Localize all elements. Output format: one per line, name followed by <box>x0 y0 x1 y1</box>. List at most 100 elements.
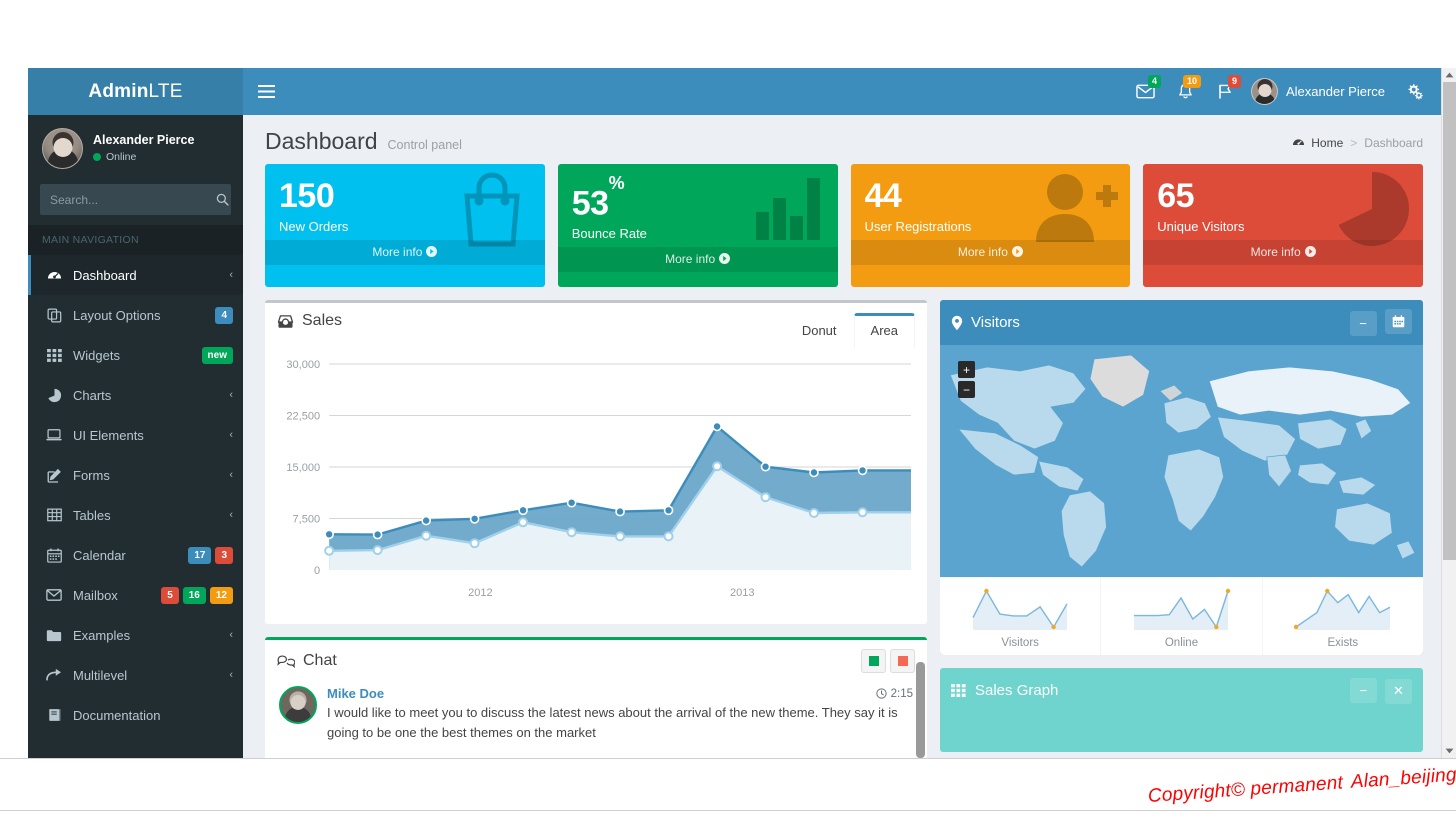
pie-chart-icon <box>45 388 63 403</box>
chat-scrollbar-thumb[interactable] <box>916 662 925 758</box>
sparkline-label: Exists <box>1327 637 1359 649</box>
sidebar-item-label: Calendar <box>73 547 126 563</box>
comments-icon <box>277 654 295 668</box>
chat-author[interactable]: Mike Doe <box>327 686 384 701</box>
chat-message-text: I would like to meet you to discuss the … <box>327 705 898 740</box>
brand-light: LTE <box>148 80 183 102</box>
tasks-menu[interactable]: 9 <box>1205 68 1245 115</box>
sparkline-chart <box>1293 588 1391 630</box>
badge: 12 <box>209 587 233 604</box>
small-box-number: 65 <box>1157 176 1409 216</box>
sidebar-item-tables[interactable]: Tables ‹ <box>28 495 243 535</box>
sidebar-toggle-button[interactable] <box>243 68 289 115</box>
navbar-user-name: Alexander Pierce <box>1286 84 1385 99</box>
sparkline-row: Visitors Online Exists <box>940 577 1423 655</box>
sidebar-item-forms[interactable]: Forms ‹ <box>28 455 243 495</box>
sidebar-item-widgets[interactable]: Widgets new <box>28 335 243 375</box>
sparkline-chart <box>1134 588 1231 630</box>
sidebar-item-ui-elements[interactable]: UI Elements ‹ <box>28 415 243 455</box>
page-scrollbar[interactable] <box>1441 68 1456 758</box>
sparkline-exists: Exists <box>1263 578 1423 655</box>
app-viewport: Admin LTE Alexander Pierce Online Search… <box>28 68 1456 758</box>
scroll-down-button[interactable] <box>1442 744 1456 758</box>
small-box-value: 53 <box>571 184 609 223</box>
badge: 4 <box>215 307 233 324</box>
map-zoom-out-button[interactable]: − <box>958 381 975 398</box>
edit-icon <box>45 468 63 483</box>
small-box-number: 44 <box>865 176 1117 216</box>
sidebar-item-label: Layout Options <box>73 307 161 323</box>
breadcrumb-item-home[interactable]: Home <box>1292 136 1343 150</box>
right-column: Visitors − + − Visitors Online Exists Sa… <box>940 287 1423 758</box>
sales-area-chart[interactable]: 0 7,500 15,000 22,500 30,000 2012 2013 <box>277 350 915 612</box>
search-input[interactable] <box>41 185 214 214</box>
brand-logo[interactable]: Admin LTE <box>28 68 243 115</box>
svg-text:22,500: 22,500 <box>286 411 320 423</box>
scrollbar-thumb[interactable] <box>1443 82 1456 560</box>
badge: 3 <box>215 547 233 564</box>
minimize-button[interactable]: − <box>1349 311 1377 336</box>
sidebar-item-badges: 17 3 <box>184 546 233 564</box>
close-button[interactable]: ✕ <box>1385 678 1412 704</box>
visitors-box-header: Visitors − <box>940 300 1423 345</box>
bottom-divider <box>0 810 1456 811</box>
grid-icon <box>45 348 63 362</box>
gears-icon <box>1408 84 1423 100</box>
chevron-left-icon: ‹ <box>229 469 233 481</box>
small-box-number: 53% <box>571 173 824 223</box>
chat-box: Chat Mike Doe 2:15 I would like to meet … <box>265 637 927 758</box>
minimize-button[interactable]: − <box>1349 678 1377 703</box>
control-sidebar-toggle[interactable] <box>1395 68 1435 115</box>
sidebar-item-layout-options[interactable]: Layout Options 4 <box>28 295 243 335</box>
world-map[interactable]: + − <box>940 345 1423 577</box>
sidebar-item-documentation[interactable]: Documentation <box>28 695 243 735</box>
small-box-more-info-link[interactable]: More info <box>850 240 1131 265</box>
sidebar-item-calendar[interactable]: Calendar 17 3 <box>28 535 243 575</box>
sparkline-chart <box>972 588 1068 630</box>
arrow-circle-right-icon <box>426 245 438 259</box>
small-box-more-info-link[interactable]: More info <box>1143 240 1423 265</box>
sidebar-user-status: Online <box>93 149 194 165</box>
small-box-more-info-link[interactable]: More info <box>557 247 838 273</box>
sidebar-item-label: Examples <box>73 627 131 643</box>
scroll-up-button[interactable] <box>1442 68 1456 82</box>
sidebar-item-charts[interactable]: Charts ‹ <box>28 375 243 415</box>
navbar-user-menu[interactable]: Alexander Pierce <box>1245 68 1395 115</box>
calendar-button[interactable] <box>1385 309 1412 334</box>
small-box-more-info-link[interactable]: More info <box>265 240 545 265</box>
search-button[interactable] <box>214 185 230 214</box>
chevron-left-icon: ‹ <box>229 269 233 281</box>
small-box-more-label: More info <box>1250 245 1301 259</box>
sales-graph-title: Sales Graph <box>951 682 1058 699</box>
sidebar-item-multilevel[interactable]: Multilevel ‹ <box>28 655 243 695</box>
clock-icon <box>875 688 887 699</box>
sparkline-label: Visitors <box>1001 637 1039 649</box>
calendar-icon <box>45 548 63 563</box>
small-box-value: 65 <box>1157 177 1195 215</box>
chevron-down-icon <box>1445 748 1454 754</box>
visitors-box: Visitors − + − Visitors Online Exists <box>940 300 1423 655</box>
chat-status-busy-button[interactable] <box>890 649 915 673</box>
small-box-user-registrations: 44 User Registrations More info <box>850 164 1131 287</box>
copy-icon <box>45 308 63 323</box>
sidebar-item-examples[interactable]: Examples ‹ <box>28 615 243 655</box>
messages-badge: 4 <box>1147 75 1161 88</box>
page-root: Admin LTE Alexander Pierce Online Search… <box>0 0 1456 828</box>
brand-bold: Admin <box>88 80 149 102</box>
sidebar-item-label: Documentation <box>73 707 161 723</box>
chevron-left-icon: ‹ <box>229 429 233 441</box>
notifications-menu[interactable]: 10 <box>1165 68 1205 115</box>
tab-donut[interactable]: Donut <box>785 313 854 348</box>
chat-message: Mike Doe 2:15 I would like to meet you t… <box>277 682 915 751</box>
svg-text:30,000: 30,000 <box>286 359 320 371</box>
breadcrumb: Home > Dashboard <box>1292 136 1423 150</box>
tab-area[interactable]: Area <box>853 313 915 348</box>
map-zoom-in-button[interactable]: + <box>958 361 975 378</box>
sidebar-item-mailbox[interactable]: Mailbox 5 16 12 <box>28 575 243 615</box>
svg-text:15,000: 15,000 <box>286 462 320 474</box>
dashboard-icon <box>1293 139 1305 145</box>
chat-status-online-button[interactable] <box>861 649 886 673</box>
sidebar-item-dashboard[interactable]: Dashboard ‹ <box>28 255 243 295</box>
sidebar-user-name: Alexander Pierce <box>93 133 195 147</box>
messages-menu[interactable]: 4 <box>1125 68 1165 115</box>
